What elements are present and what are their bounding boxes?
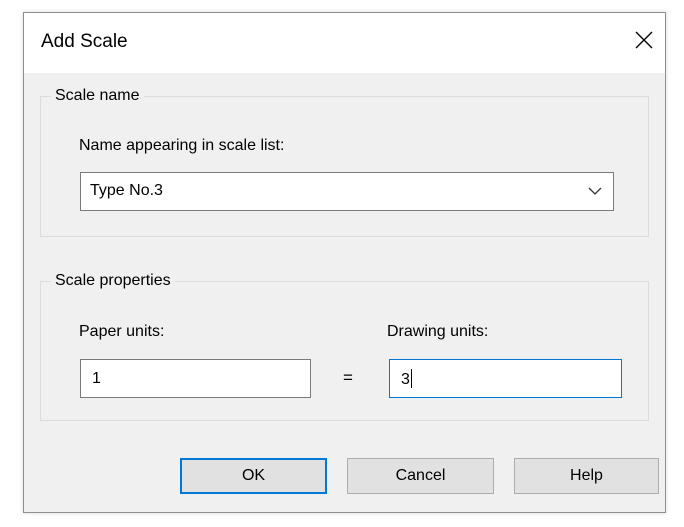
scale-name-combobox[interactable]: Type No.3	[80, 172, 614, 211]
drawing-units-value: 3	[401, 369, 412, 388]
paper-units-value: 1	[92, 370, 101, 387]
cancel-button[interactable]: Cancel	[347, 458, 494, 494]
drawing-units-label: Drawing units:	[387, 323, 489, 340]
paper-units-input[interactable]: 1	[80, 359, 311, 398]
add-scale-dialog: Add Scale Scale name Name appearing in s…	[23, 12, 666, 513]
scale-name-selected-value: Type No.3	[90, 182, 163, 199]
scale-properties-legend: Scale properties	[51, 271, 175, 291]
text-caret	[410, 369, 412, 388]
ok-button[interactable]: OK	[180, 458, 327, 494]
chevron-down-icon[interactable]	[587, 184, 603, 198]
equals-sign: =	[343, 368, 353, 387]
scale-name-legend: Scale name	[51, 86, 144, 106]
close-icon	[635, 31, 653, 49]
paper-units-label: Paper units:	[79, 323, 165, 340]
close-button[interactable]	[627, 23, 661, 57]
dialog-title: Add Scale	[41, 31, 128, 52]
scale-properties-group: Scale properties Paper units: Drawing un…	[40, 271, 649, 421]
help-button[interactable]: Help	[514, 458, 659, 494]
drawing-units-input[interactable]: 3	[389, 359, 622, 398]
scale-name-group: Scale name Name appearing in scale list:…	[40, 86, 649, 237]
title-bar: Add Scale	[24, 13, 665, 73]
scale-list-name-label: Name appearing in scale list:	[79, 137, 285, 154]
